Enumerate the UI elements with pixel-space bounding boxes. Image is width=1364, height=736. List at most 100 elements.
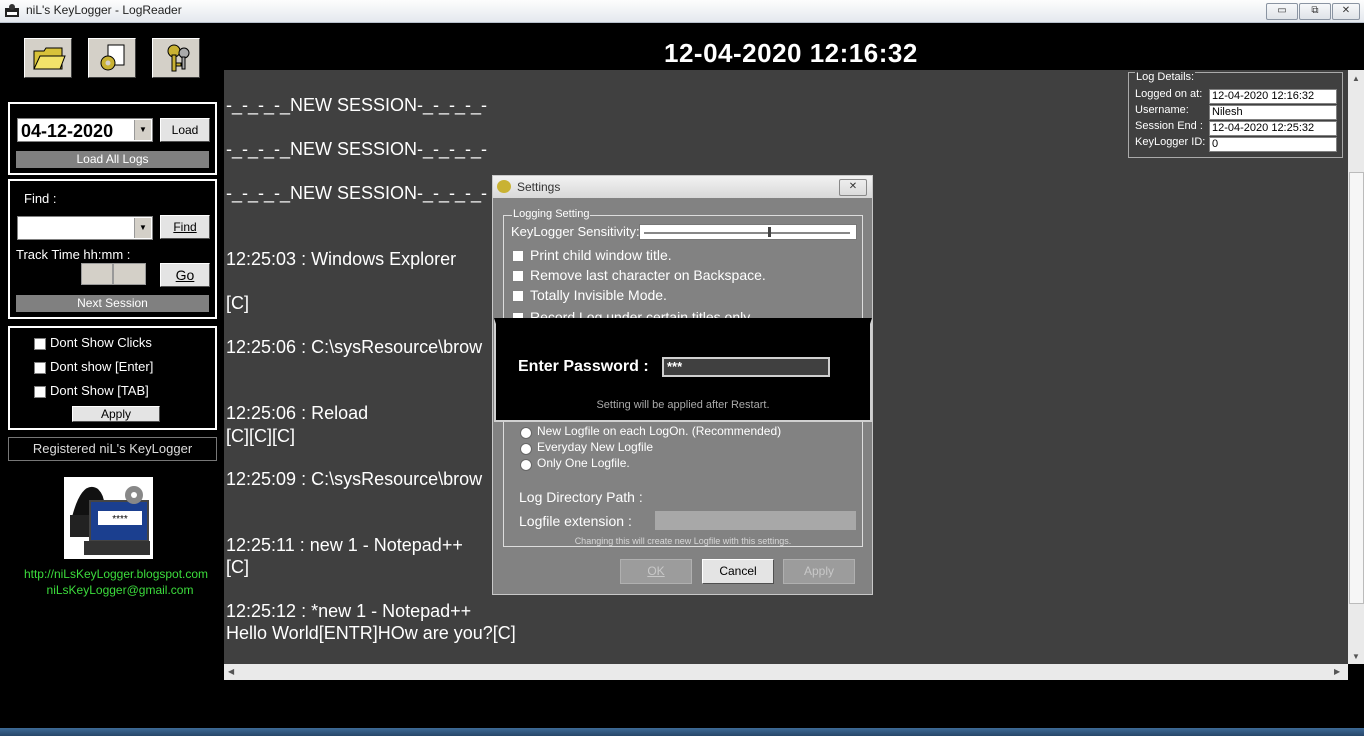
find-label: Find :: [24, 191, 57, 206]
apply-button[interactable]: Apply: [783, 559, 855, 584]
keylogger-id-label: KeyLogger ID:: [1135, 136, 1206, 148]
dont-show-enter-checkbox[interactable]: [34, 362, 46, 374]
log-line: -_-_-_-_NEW SESSION-_-_-_-_-: [226, 139, 488, 159]
open-log-button[interactable]: [24, 38, 72, 78]
dont-show-tab-label: Dont Show [TAB]: [50, 383, 149, 398]
filter-panel: Dont Show Clicks Dont show [Enter] Dont …: [8, 326, 217, 430]
load-button[interactable]: Load: [160, 118, 210, 142]
logged-on-value: 12-04-2020 12:16:32: [1209, 89, 1337, 104]
title-bar: niL's KeyLogger - LogReader ▭ ⧉ ✕: [0, 0, 1364, 23]
sensitivity-label: KeyLogger Sensitivity:: [511, 224, 640, 239]
log-line: 12:25:06 : Reload: [226, 403, 369, 423]
blog-link[interactable]: http://niLsKeyLogger.blogspot.com: [0, 567, 232, 581]
find-input[interactable]: ▼: [17, 216, 153, 240]
window-title: niL's KeyLogger - LogReader: [26, 3, 182, 17]
logged-on-label: Logged on at:: [1135, 88, 1203, 100]
close-icon[interactable]: ✕: [839, 179, 867, 196]
password-input[interactable]: ***: [662, 357, 830, 377]
password-button[interactable]: [152, 38, 200, 78]
settings-button[interactable]: [88, 38, 136, 78]
date-value: 04-12-2020: [21, 121, 114, 141]
horizontal-scrollbar[interactable]: ◀ ▶: [224, 664, 1348, 680]
remove-backspace-checkbox[interactable]: [512, 270, 524, 282]
log-line: Hello World[ENTR]HOw are you?[C]: [226, 623, 516, 643]
app-icon: [5, 4, 19, 17]
username-value: Nilesh: [1209, 105, 1337, 120]
logfile-extension-label: Logfile extension :: [519, 513, 632, 529]
print-child-title-checkbox[interactable]: [512, 250, 524, 262]
log-line: -_-_-_-_NEW SESSION-_-_-_-_-: [226, 183, 488, 203]
log-line: 12:25:11 : new 1 - Notepad++: [226, 535, 463, 555]
log-line: 12:25:03 : Windows Explorer: [226, 249, 457, 269]
current-datetime: 12-04-2020 12:16:32: [664, 38, 918, 68]
log-line: 12:25:12 : *new 1 - Notepad++: [226, 601, 472, 621]
date-picker[interactable]: 04-12-2020 ▼: [17, 118, 153, 142]
new-logfile-logon-radio[interactable]: [520, 427, 532, 439]
keylogger-id-value: 0: [1209, 137, 1337, 152]
logfile-extension-input[interactable]: [655, 511, 856, 530]
hour-input[interactable]: [81, 263, 113, 285]
scroll-up-icon[interactable]: ▲: [1352, 74, 1360, 83]
chevron-down-icon[interactable]: ▼: [134, 218, 151, 238]
track-time-label: Track Time hh:mm :: [16, 247, 131, 262]
minimize-button[interactable]: ▭: [1266, 3, 1298, 20]
minute-input[interactable]: [113, 263, 146, 285]
log-line: [C]: [226, 293, 250, 313]
ok-button[interactable]: OK: [620, 559, 692, 584]
scroll-down-icon[interactable]: ▼: [1352, 652, 1360, 661]
settings-gear-icon: [100, 44, 125, 71]
maximize-button[interactable]: ⧉: [1299, 3, 1331, 20]
restart-note: Setting will be applied after Restart.: [596, 399, 770, 411]
registered-label: Registered niL's KeyLogger: [8, 437, 217, 461]
dont-show-clicks-checkbox[interactable]: [34, 338, 46, 350]
session-end-value: 12-04-2020 12:25:32: [1209, 121, 1337, 136]
apply-filters-button[interactable]: Apply: [72, 406, 160, 422]
scroll-thumb[interactable]: [1349, 172, 1364, 604]
one-logfile-label: Only One Logfile.: [537, 456, 630, 470]
logo-password-text: ****: [112, 514, 128, 525]
everyday-logfile-radio[interactable]: [520, 443, 532, 455]
log-line: [C]: [226, 557, 250, 577]
find-panel: Find : ▼ Find Track Time hh:mm : Go Next…: [8, 179, 217, 319]
remove-backspace-label: Remove last character on Backspace.: [530, 267, 766, 283]
invisible-mode-label: Totally Invisible Mode.: [530, 287, 667, 303]
logging-setting-legend: Logging Setting: [512, 208, 591, 220]
folder-icon: [33, 47, 66, 70]
dont-show-clicks-label: Dont Show Clicks: [50, 335, 152, 350]
hacker-logo-image: ****: [64, 477, 153, 559]
print-child-title-label: Print child window title.: [530, 247, 672, 263]
chevron-down-icon[interactable]: ▼: [134, 120, 151, 140]
load-panel: 04-12-2020 ▼ Load Load All Logs: [8, 102, 217, 175]
load-all-logs-button[interactable]: Load All Logs: [16, 151, 209, 168]
find-button[interactable]: Find: [160, 215, 210, 239]
dont-show-enter-label: Dont show [Enter]: [50, 359, 154, 374]
taskbar: [0, 728, 1364, 736]
sensitivity-slider[interactable]: [639, 224, 857, 240]
settings-gear-icon: [497, 180, 511, 193]
log-line: [C][C][C]: [226, 426, 296, 446]
scroll-right-icon[interactable]: ▶: [1334, 667, 1340, 676]
email-link[interactable]: niLsKeyLogger@gmail.com: [0, 583, 240, 597]
invisible-mode-checkbox[interactable]: [512, 290, 524, 302]
password-dialog: Enter Password : *** Setting will be app…: [494, 318, 872, 422]
log-line: -_-_-_-_NEW SESSION-_-_-_-_-: [226, 95, 488, 115]
log-details-group: Log Details: Logged on at: 12-04-2020 12…: [1128, 71, 1343, 158]
everyday-logfile-label: Everyday New Logfile: [537, 440, 654, 454]
password-label: Enter Password :: [518, 358, 649, 375]
one-logfile-radio[interactable]: [520, 459, 532, 471]
dont-show-tab-checkbox[interactable]: [34, 386, 46, 398]
go-button[interactable]: Go: [160, 263, 210, 287]
username-label: Username:: [1135, 104, 1189, 116]
cancel-button[interactable]: Cancel: [702, 559, 774, 584]
extension-note: Changing this will create new Logfile wi…: [574, 536, 792, 546]
scroll-left-icon[interactable]: ◀: [228, 667, 234, 676]
log-directory-label: Log Directory Path :: [519, 489, 643, 505]
next-session-button[interactable]: Next Session: [16, 295, 209, 312]
vertical-scrollbar[interactable]: ▲ ▼: [1348, 70, 1364, 664]
session-end-label: Session End :: [1135, 120, 1203, 132]
slider-thumb[interactable]: [767, 227, 771, 237]
keys-icon: [167, 44, 190, 72]
log-line: 12:25:06 : C:\sysResource\brow: [226, 337, 483, 357]
settings-title: Settings: [517, 180, 561, 194]
close-button[interactable]: ✕: [1332, 3, 1360, 20]
